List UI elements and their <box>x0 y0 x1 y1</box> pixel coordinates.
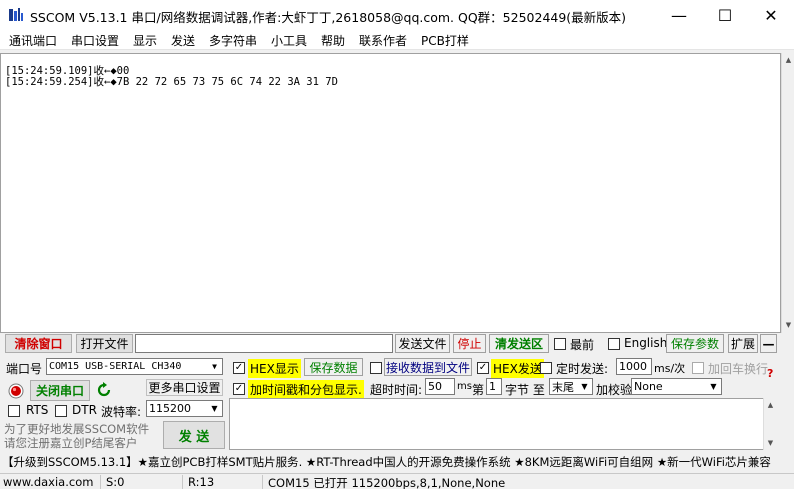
chevron-down-icon: ▼ <box>577 379 592 394</box>
append-newline-label: 加回车换行 <box>708 362 769 376</box>
status-bar: www.daxia.com S:0 R:13 COM15 已打开 115200b… <box>0 473 794 489</box>
send-file-button[interactable]: 发送文件 <box>395 334 450 353</box>
minimize-button[interactable]: — <box>656 0 702 30</box>
menu-contact-author[interactable]: 联系作者 <box>359 32 407 49</box>
status-port-state: COM15 已打开 115200bps,8,1,None,None <box>268 476 506 489</box>
recv-to-file-checkbox[interactable] <box>370 362 382 374</box>
menu-pcb[interactable]: PCB打样 <box>421 32 469 49</box>
scroll-up-icon[interactable]: ▲ <box>782 53 794 66</box>
hex-display-label: HEX显示 <box>248 359 301 378</box>
file-path-input[interactable] <box>135 334 393 353</box>
recv-to-file-button[interactable]: 接收数据到文件 <box>384 358 472 376</box>
status-website[interactable]: www.daxia.com <box>0 475 101 489</box>
collapse-button[interactable]: — <box>760 334 777 353</box>
port-status-icon <box>8 383 24 399</box>
clear-send-button[interactable]: 清发送区 <box>489 334 549 353</box>
hex-display-checkbox[interactable]: ✓ <box>233 362 245 374</box>
timed-send-checkbox[interactable] <box>540 362 552 374</box>
send-input-area[interactable] <box>229 398 777 450</box>
nth-input[interactable] <box>486 378 502 395</box>
nth-label: 第 <box>472 383 485 397</box>
app-icon <box>9 8 23 21</box>
timeout-input[interactable] <box>425 378 455 395</box>
chevron-down-icon: ▼ <box>207 359 222 374</box>
timestamp-checkbox[interactable]: ✓ <box>233 383 245 395</box>
port-select[interactable]: COM15 USB-SERIAL CH340 ▼ <box>46 358 223 375</box>
dtr-label: DTR <box>72 403 97 417</box>
promo-line-2: 请您注册嘉立创P结尾客户 <box>4 436 138 450</box>
clear-window-button[interactable]: 清除窗口 <box>5 334 72 353</box>
receive-line: [15:24:59.254]收←◆7B 22 72 65 73 75 6C 74… <box>5 76 338 88</box>
chevron-down-icon: ▼ <box>706 379 721 394</box>
news-ticker[interactable]: 【升级到SSCOM5.13.1】★嘉立创PCB打样SMT贴片服务. ★RT-Th… <box>0 452 794 470</box>
timed-send-label: 定时发送: <box>556 362 609 376</box>
timeout-unit: ms <box>457 381 472 392</box>
status-received-count: R:13 <box>185 475 263 489</box>
english-checkbox[interactable] <box>608 338 620 350</box>
menu-display[interactable]: 显示 <box>133 32 157 49</box>
menu-bar: 通讯端口 串口设置 显示 发送 多字符串 小工具 帮助 联系作者 PCB打样 <box>0 30 794 50</box>
baud-select[interactable]: 115200 ▼ <box>146 400 223 417</box>
scroll-up-icon[interactable]: ▲ <box>764 398 777 411</box>
save-data-button[interactable]: 保存数据 <box>304 358 363 376</box>
hex-send-checkbox[interactable]: ✓ <box>477 362 489 374</box>
hex-send-label: HEX发送 <box>491 359 544 378</box>
expand-button[interactable]: 扩展 <box>728 334 758 353</box>
menu-tools[interactable]: 小工具 <box>271 32 307 49</box>
dtr-checkbox[interactable] <box>55 405 67 417</box>
byte-to-label: 字节 至 <box>505 383 545 397</box>
menu-send[interactable]: 发送 <box>171 32 195 49</box>
close-button[interactable]: ✕ <box>748 0 794 30</box>
maximize-button[interactable]: ☐ <box>702 0 748 30</box>
end-select[interactable]: 末尾 ▼ <box>549 378 593 395</box>
port-label: 端口号 <box>6 362 43 376</box>
receive-scrollbar[interactable]: ▲ ▼ <box>781 53 794 333</box>
scroll-down-icon[interactable]: ▼ <box>764 436 777 449</box>
menu-help[interactable]: 帮助 <box>321 32 345 49</box>
interval-unit: ms/次 <box>654 362 686 375</box>
timeout-label: 超时时间: <box>370 383 423 397</box>
save-params-button[interactable]: 保存参数 <box>666 334 724 353</box>
rts-checkbox[interactable] <box>8 405 20 417</box>
stop-button[interactable]: 停止 <box>453 334 486 353</box>
window-title: SSCOM V5.13.1 串口/网络数据调试器,作者:大虾丁丁,2618058… <box>30 10 627 25</box>
timestamp-label: 加时间戳和分包显示. <box>248 380 364 399</box>
checksum-label: 加校验 <box>596 383 633 397</box>
menu-serial-settings[interactable]: 串口设置 <box>71 32 119 49</box>
menu-multi-string[interactable]: 多字符串 <box>209 32 257 49</box>
status-sent-count: S:0 <box>103 475 183 489</box>
interval-input[interactable] <box>616 358 652 375</box>
refresh-icon[interactable] <box>96 382 112 398</box>
topmost-label: 最前 <box>570 338 595 352</box>
baud-label: 波特率: <box>101 405 142 419</box>
close-port-button[interactable]: 关闭串口 <box>30 380 90 401</box>
send-button[interactable]: 发 送 <box>163 421 225 449</box>
title-bar[interactable]: SSCOM V5.13.1 串口/网络数据调试器,作者:大虾丁丁,2618058… <box>0 0 794 30</box>
help-icon[interactable]: ? <box>767 367 773 380</box>
topmost-checkbox[interactable] <box>554 338 566 350</box>
send-scrollbar[interactable]: ▲ ▼ <box>763 398 777 450</box>
open-file-button[interactable]: 打开文件 <box>76 334 133 353</box>
checksum-select[interactable]: None ▼ <box>631 378 722 395</box>
rts-label: RTS <box>26 403 49 417</box>
append-newline-checkbox[interactable] <box>692 362 704 374</box>
chevron-down-icon: ▼ <box>207 401 222 416</box>
more-settings-button[interactable]: 更多串口设置 <box>146 379 223 396</box>
receive-area[interactable]: [15:24:59.109]收←◆00 [15:24:59.254]收←◆7B 2… <box>0 53 781 333</box>
scroll-down-icon[interactable]: ▼ <box>782 318 794 331</box>
menu-comm-port[interactable]: 通讯端口 <box>9 32 57 49</box>
english-label: English <box>624 336 668 350</box>
